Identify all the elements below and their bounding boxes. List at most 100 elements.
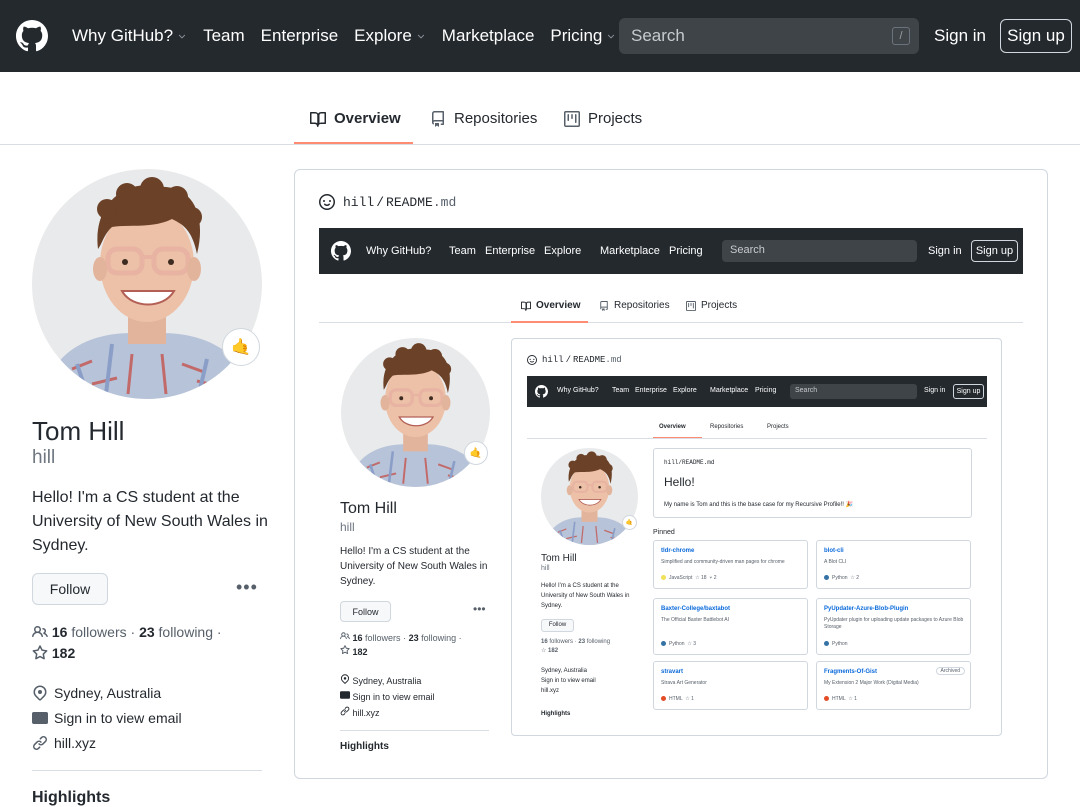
deep-stars-count: 182 — [548, 648, 559, 654]
readme-user[interactable]: hill — [343, 195, 374, 210]
deep-highlights: Highlights — [541, 711, 571, 717]
pinned-repo-desc: Simplified and community-driven man page… — [661, 559, 785, 565]
followers-label[interactable]: followers — [71, 624, 126, 640]
tab-overview[interactable]: Overview — [310, 110, 401, 127]
nested-readme-separator: / — [565, 355, 572, 365]
nested-profile-login: hill — [340, 520, 355, 534]
nav-label: Team — [203, 26, 245, 45]
readme-screenshot: Why GitHub? Team Enterprise Explore Mark… — [319, 228, 1023, 768]
pinned-repo-stars: 1 — [854, 696, 857, 702]
mail-icon — [340, 690, 350, 700]
smiley-icon — [319, 194, 335, 210]
location-item: Sydney, Australia — [32, 685, 161, 701]
pinned-repo-lang: Python — [832, 641, 848, 647]
nested-sign-up: Sign up — [971, 240, 1018, 262]
pinned-repo-card: Baxter-College/baxtabot The Official Bax… — [653, 598, 808, 655]
location-text: Sydney, Australia — [54, 685, 162, 701]
deep-readme-card: hill/README.md Hello! My name is Tom and… — [653, 448, 972, 518]
pinned-repo-name: tldr-chrome — [661, 548, 695, 554]
deep-email: Sign in to view email — [541, 678, 596, 684]
nested-followers-count: 16 — [352, 633, 363, 643]
stars-count[interactable]: 182 — [52, 645, 75, 661]
pinned-repo-lang: Python — [669, 641, 685, 647]
star-icon — [32, 645, 48, 661]
nested-readme-screenshot: Why GitHub? Team Enterprise Explore Mark… — [527, 376, 987, 720]
readme-separator: / — [376, 194, 385, 210]
tab-projects[interactable]: Projects — [564, 110, 642, 127]
book-icon — [310, 111, 326, 127]
follow-button[interactable]: Follow — [32, 573, 108, 605]
tab-label: Overview — [334, 110, 401, 127]
nav-team[interactable]: Team — [203, 26, 245, 46]
chevron-down-icon — [606, 31, 616, 41]
pinned-repo-name: stravart — [661, 669, 684, 675]
nested-email-text: Sign in to view email — [352, 692, 435, 702]
deep-status-emoji: 🤙 — [622, 515, 637, 530]
pinned-repo-meta: HTML ☆ 1 — [661, 696, 694, 702]
nested-email: Sign in to view email — [340, 690, 435, 702]
sign-in-link[interactable]: Sign in — [934, 26, 986, 46]
nav-marketplace[interactable]: Marketplace — [442, 26, 535, 46]
search-hotkey-badge: / — [892, 27, 910, 45]
nav-pricing[interactable]: Pricing — [550, 26, 616, 46]
following-label[interactable]: following — [159, 624, 213, 640]
nested-status-emoji: 🤙 — [464, 441, 488, 465]
nested-nav-label: Explore — [544, 245, 582, 257]
tab-label: Projects — [588, 110, 643, 127]
language-color-dot — [661, 575, 666, 580]
pinned-repo-lang: HTML — [832, 696, 846, 702]
tab-repositories[interactable]: Repositories — [430, 110, 537, 127]
nested-more-icon: ••• — [473, 602, 486, 616]
deep-follow-stats: 16 followers · 23 following ☆ 182 — [541, 639, 611, 654]
nav-enterprise[interactable]: Enterprise — [261, 26, 338, 46]
star-icon — [340, 645, 350, 655]
email-link[interactable]: Sign in to view email — [54, 710, 182, 726]
deep-profile-login: hill — [541, 565, 550, 572]
deep-nav-label: Team — [612, 387, 630, 394]
nested-nav-label: Why GitHub? — [366, 245, 432, 257]
people-icon — [340, 631, 350, 641]
following-count[interactable]: 23 — [139, 624, 155, 640]
nav-explore[interactable]: Explore — [354, 26, 426, 46]
readme-file[interactable]: README — [386, 195, 433, 210]
deep-header: Why GitHub? Team Enterprise Explore Mark… — [527, 376, 987, 407]
smiley-icon — [527, 355, 537, 365]
search-input[interactable]: Search / — [619, 18, 919, 54]
pinned-repo-name: Fragments-Of-Gist — [824, 669, 878, 675]
nav-label: Marketplace — [441, 26, 535, 45]
nav-label: Explore — [354, 26, 412, 45]
link-icon — [340, 706, 350, 716]
nested-readme-title: hill / README .md — [527, 355, 622, 365]
nested-nav-label: Marketplace — [600, 245, 660, 257]
website-link[interactable]: hill.xyz — [54, 735, 96, 751]
nested-readme-user: hill — [542, 355, 564, 365]
deep-nav-label: Explore — [673, 387, 697, 394]
status-emoji[interactable]: 🤙 — [222, 328, 260, 366]
github-logo-icon[interactable] — [16, 20, 48, 52]
deep-nav-label: Enterprise — [635, 387, 667, 394]
nav-label: Enterprise — [260, 26, 339, 45]
nested-divider — [340, 730, 489, 731]
pinned-repo-desc: PyUpdater plugin for uploading update pa… — [824, 617, 964, 630]
profile-tabs: Overview Repositories Projects — [0, 72, 1080, 145]
nested-tab-indicator — [511, 321, 588, 323]
readme-heading: Hello! — [664, 475, 695, 489]
pinned-repo-stars: 1 — [691, 696, 694, 702]
nested-readme-card: hill / README .md Why GitHub? Team Enterpri… — [511, 338, 1002, 736]
deep-location: Sydney, Australia — [541, 668, 587, 674]
pinned-repo-name: blot-cli — [824, 548, 844, 554]
nested-website: hill.xyz — [340, 706, 380, 718]
deep-readme-title: hill/README.md — [664, 459, 714, 466]
language-color-dot — [661, 696, 666, 701]
followers-count[interactable]: 16 — [52, 624, 68, 640]
language-color-dot — [661, 641, 666, 646]
nested-readme-file: README — [573, 355, 606, 365]
pinned-heading: Pinned — [653, 529, 675, 536]
nested-highlights: Highlights — [340, 741, 389, 752]
nav-why-github[interactable]: Why GitHub? — [72, 26, 187, 46]
deep-tab-projects: Projects — [767, 424, 789, 430]
archived-badge: Archived — [935, 667, 965, 675]
sign-up-button[interactable]: Sign up — [1000, 19, 1072, 53]
more-options-icon[interactable]: ••• — [236, 577, 258, 598]
avatar[interactable] — [32, 169, 262, 399]
